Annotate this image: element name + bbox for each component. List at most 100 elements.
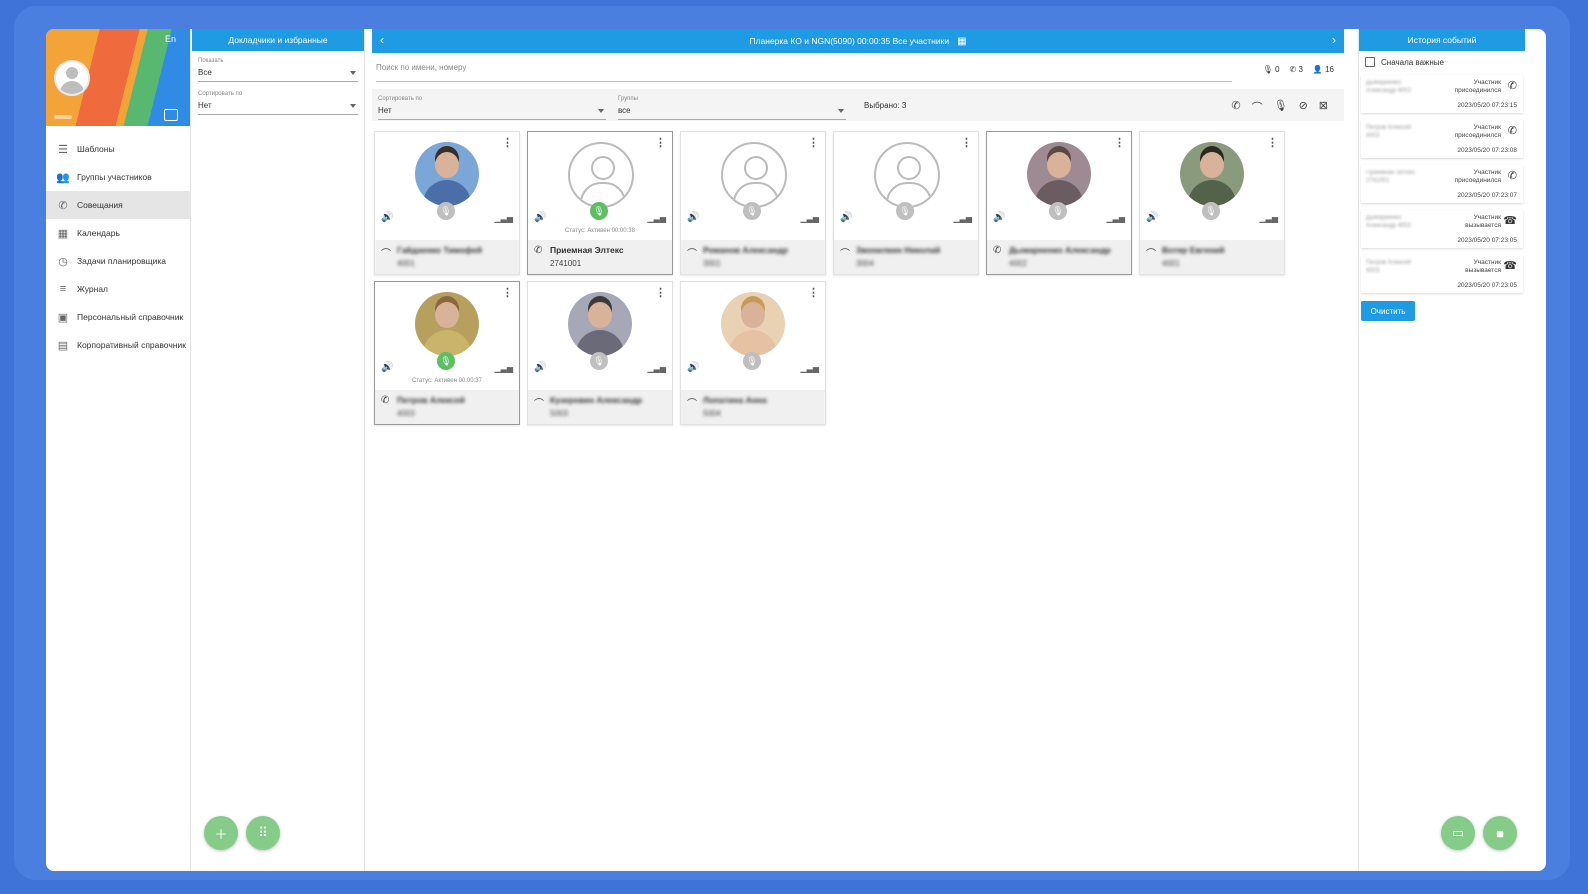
logout-icon[interactable]: [164, 109, 178, 121]
important-first-checkbox[interactable]: Сначала важные: [1365, 57, 1444, 67]
participant-card[interactable]: ⋮ 🎙 🔊 ▁▃▅ ⌒ Кузеревин Александр 5003: [527, 281, 673, 425]
mic-icon[interactable]: 🎙: [896, 202, 914, 220]
sidebar-item-label: Журнал: [77, 284, 109, 294]
call-state-icon: ⌒: [687, 399, 697, 410]
grid-view-icon[interactable]: ▦: [957, 36, 966, 47]
participant-info: ✆ Приемная Элтекс 2741001: [528, 240, 672, 274]
left-nav: En ☰ Шаблоны 👥 Группы участников ✆ Совещания ▦…: [46, 29, 191, 871]
speaker-icon[interactable]: 🔊: [534, 362, 546, 373]
checkbox-icon[interactable]: [1365, 57, 1375, 67]
participant-card[interactable]: ⋮ 🎙 🔊 ▁▃▅ ✆ Дымарненко Александр 4002: [986, 131, 1132, 275]
chevron-left-icon[interactable]: ‹: [380, 33, 384, 47]
mic-icon[interactable]: 🎙: [437, 202, 455, 220]
more-icon[interactable]: ⋮: [808, 136, 819, 149]
sort-select[interactable]: Сортировать по Нет: [198, 86, 358, 115]
participant-info: ✆ Дымарненко Александр 4002: [987, 240, 1131, 274]
participant-card[interactable]: ⋮ 🎙 🔊 ▁▃▅ ⌒ Гайдаенко Тимофей 4001: [374, 131, 520, 275]
sidebar-item[interactable]: ≡ Журнал: [46, 275, 190, 303]
call-state-icon: ✆: [381, 395, 390, 406]
signal-icon: ▁▃▅: [1106, 214, 1125, 223]
sidebar-item[interactable]: ▣ Персональный справочник: [46, 303, 190, 331]
signal-icon: ▁▃▅: [800, 214, 819, 223]
sidebar-item[interactable]: ▤ Корпоративный справочник: [46, 331, 190, 359]
group-select[interactable]: Группы все: [618, 91, 846, 120]
event-time: 2023/05/20 07:23:15: [1457, 102, 1517, 109]
mic-icon[interactable]: 🎙: [1202, 202, 1220, 220]
chevron-right-icon[interactable]: ›: [1332, 33, 1336, 47]
sidebar-item[interactable]: 👥 Группы участников: [46, 163, 190, 191]
event-text: Участник вызывается: [1465, 259, 1501, 274]
more-icon[interactable]: ⋮: [808, 286, 819, 299]
event-item: Приемная Элтекс 2741001 Участник присоеди…: [1361, 165, 1523, 203]
avatar[interactable]: [54, 60, 90, 96]
stop-button[interactable]: ■: [1483, 816, 1517, 850]
sidebar-item[interactable]: ✆ Совещания: [46, 191, 190, 219]
speaker-icon[interactable]: 🔊: [993, 212, 1005, 223]
participant-card[interactable]: ⋮ 🎙 🔊 ▁▃▅ ⌒ Романов Александр 3001: [680, 131, 826, 275]
search-input[interactable]: Поиск по имени, номеру: [376, 63, 1232, 82]
call-icon[interactable]: ✆: [1231, 99, 1240, 115]
clock-icon: ◷: [58, 255, 68, 268]
speaker-icon[interactable]: 🔊: [381, 212, 393, 223]
mic-icon[interactable]: 🎙: [743, 202, 761, 220]
remove-icon[interactable]: ⊠: [1319, 99, 1328, 115]
sidebar-item[interactable]: ☰ Шаблоны: [46, 135, 190, 163]
signal-icon: ▁▃▅: [800, 364, 819, 373]
mic-icon[interactable]: 🎙: [1274, 99, 1288, 115]
show-select[interactable]: Показать Все: [198, 53, 358, 82]
more-icon[interactable]: ⋮: [502, 286, 513, 299]
more-icon[interactable]: ⋮: [502, 136, 513, 149]
participant-info: ⌒ Звонилкин Николай 3004: [834, 240, 978, 274]
language-switch[interactable]: En: [165, 34, 176, 44]
participant-name: Вотяр Евгений: [1162, 245, 1225, 255]
mic-icon[interactable]: 🎙: [590, 202, 608, 220]
avatar: [568, 292, 632, 356]
hangup-icon[interactable]: ⌒: [1252, 99, 1263, 115]
participant-name: Приемная Элтекс: [550, 245, 624, 255]
selected-count: Выбрано: 3: [864, 101, 907, 110]
default-avatar: [874, 142, 940, 208]
more-icon[interactable]: ⋮: [655, 286, 666, 299]
speaker-icon[interactable]: 🔊: [840, 212, 852, 223]
mic-icon[interactable]: 🎙: [590, 352, 608, 370]
signal-icon: ▁▃▅: [494, 214, 513, 223]
chevron-down-icon: [350, 104, 356, 108]
participant-card[interactable]: ⋮ 🎙 🔊 ▁▃▅ ⌒ Вотяр Евгений 4001: [1139, 131, 1285, 275]
add-participant-button[interactable]: ＋: [204, 816, 238, 850]
more-icon[interactable]: ⋮: [961, 136, 972, 149]
call-icon: ✆: [1507, 125, 1517, 137]
mic-icon[interactable]: 🎙: [743, 352, 761, 370]
participant-name: Петров Алексей: [397, 395, 465, 405]
participant-status: Статус: Активен 00:00:38: [565, 228, 635, 234]
participant-card[interactable]: ⋮ 🎙 🔊 ▁▃▅ Статус: Активен 00:00:37 ✆ Петров Ал…: [374, 281, 520, 425]
sidebar-item[interactable]: ▦ Календарь: [46, 219, 190, 247]
more-icon[interactable]: ⋮: [1114, 136, 1125, 149]
mic-icon[interactable]: 🎙: [437, 352, 455, 370]
sidebar-item[interactable]: ◷ Задачи планировщика: [46, 247, 190, 275]
clear-button[interactable]: Очистить: [1361, 301, 1415, 321]
event-time: 2023/05/20 07:23:05: [1457, 237, 1517, 244]
sidebar-item-label: Корпоративный справочник: [77, 340, 186, 350]
personal-book-icon: ▣: [57, 311, 69, 324]
speaker-icon[interactable]: 🔊: [1146, 212, 1158, 223]
participant-name: Лопатина Анна: [703, 395, 767, 405]
participant-status: Статус: Активен 00:00:37: [412, 378, 482, 384]
speaker-icon[interactable]: 🔊: [687, 212, 699, 223]
speaker-icon[interactable]: 🔊: [534, 212, 546, 223]
mic-icon[interactable]: 🎙: [1049, 202, 1067, 220]
corporate-book-icon: ▤: [57, 339, 69, 352]
call-state-icon: ⌒: [687, 249, 697, 260]
conf-sort-select[interactable]: Сортировать по Нет: [378, 91, 606, 120]
user-extension: [54, 115, 72, 119]
more-icon[interactable]: ⋮: [655, 136, 666, 149]
more-icon[interactable]: ⋮: [1267, 136, 1278, 149]
screen-share-button[interactable]: ▭: [1441, 816, 1475, 850]
mute-icon[interactable]: ⊘: [1299, 99, 1308, 115]
dialpad-button[interactable]: ⠿: [246, 816, 280, 850]
participant-card[interactable]: ⋮ 🎙 🔊 ▁▃▅ ⌒ Лопатина Анна 5004: [680, 281, 826, 425]
participant-card[interactable]: ⋮ 🎙 🔊 ▁▃▅ Статус: Активен 00:00:38 ✆ Приемная …: [527, 131, 673, 275]
avatar: [1027, 142, 1091, 206]
participant-card[interactable]: ⋮ 🎙 🔊 ▁▃▅ ⌒ Звонилкин Николай 3004: [833, 131, 979, 275]
speaker-icon[interactable]: 🔊: [687, 362, 699, 373]
speaker-icon[interactable]: 🔊: [381, 362, 393, 373]
